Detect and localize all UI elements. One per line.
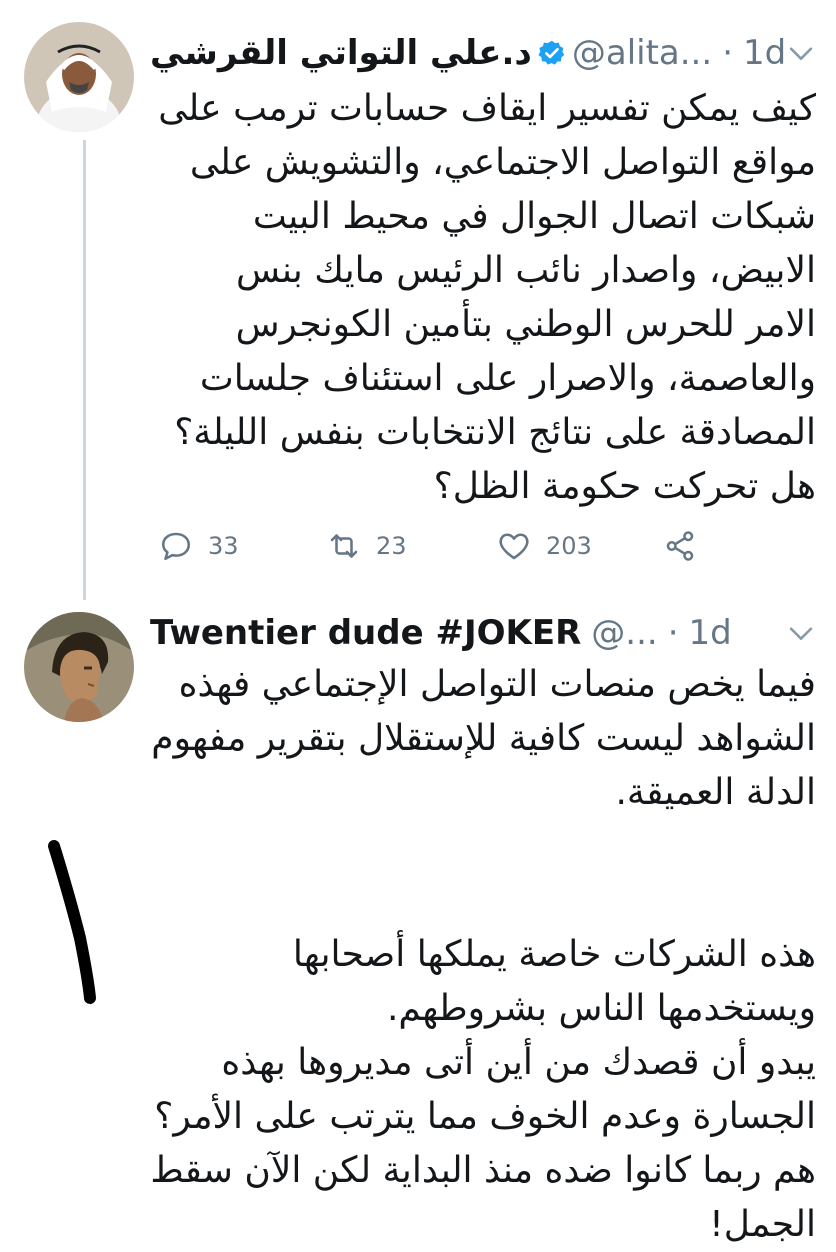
avatar-image bbox=[24, 22, 134, 132]
tweet-text: كيف يمكن تفسير ايقاف حسابات ترمب على موا… bbox=[150, 82, 816, 514]
tweet-line: الدلة العميقة. bbox=[615, 772, 816, 813]
chevron-down-icon[interactable] bbox=[784, 616, 818, 650]
tweet-text: فيما يخص منصات التواصل الإجتماعي فهذه ال… bbox=[150, 658, 816, 1252]
retweet-button[interactable]: 23 bbox=[326, 528, 407, 564]
tweet-line: والعاصمة، والاصرار على استئناف جلسات bbox=[199, 358, 816, 399]
tweet-line: الجمل! bbox=[709, 1204, 816, 1245]
tweet-actions: 33 23 203 bbox=[158, 528, 718, 574]
like-button[interactable]: 203 bbox=[496, 528, 592, 564]
like-count: 203 bbox=[546, 532, 592, 560]
paragraph-spacer bbox=[150, 874, 816, 928]
thread-connector-line bbox=[83, 140, 86, 600]
separator-dot: · bbox=[667, 613, 679, 653]
tweet-line: الابيض، واصدار نائب الرئيس مايك بنس bbox=[236, 250, 816, 291]
tweet-line: هذه الشركات خاصة يملكها أصحابها bbox=[292, 934, 816, 975]
tweet-line: شبكات اتصال الجوال في محيط البيت bbox=[252, 196, 816, 237]
tweet-line: الجسارة وعدم الخوف مما يترتب على الأمر؟ bbox=[154, 1096, 816, 1137]
tweet-line: المصادقة على نتائج الانتخابات بنفس الليل… bbox=[174, 412, 816, 453]
tweet-line: هل تحركت حكومة الظل؟ bbox=[433, 466, 816, 507]
tweet-line: فيما يخص منصات التواصل الإجتماعي فهذه bbox=[178, 664, 816, 705]
tweet-line: الشواهد ليست كافية للإستقلال بتقرير مفهو… bbox=[151, 718, 816, 759]
chevron-down-icon[interactable] bbox=[784, 36, 818, 70]
retweet-count: 23 bbox=[376, 532, 407, 560]
tweet-header: د.علي التواتي القرشي @alita... · 1d bbox=[150, 22, 818, 84]
reply-button[interactable]: 33 bbox=[158, 528, 239, 564]
tweet-line: كيف يمكن تفسير ايقاف حسابات ترمب على bbox=[158, 88, 816, 129]
share-icon bbox=[666, 531, 694, 561]
reply-icon bbox=[161, 532, 191, 561]
tweet-line: ويستخدمها الناس بشروطهم. bbox=[386, 988, 816, 1029]
avatar-image bbox=[24, 612, 134, 722]
separator-dot: · bbox=[722, 33, 733, 73]
avatar[interactable] bbox=[24, 612, 134, 722]
tweet-line: مواقع التواصل الاجتماعي، والتشويش على bbox=[189, 142, 816, 183]
retweet-icon bbox=[330, 534, 358, 558]
tweet-line: يبدو أن قصدك من أين أتى مديروها بهذه bbox=[221, 1042, 816, 1083]
handle[interactable]: @... bbox=[591, 613, 657, 653]
avatar[interactable] bbox=[24, 22, 134, 132]
share-button[interactable] bbox=[662, 528, 712, 564]
like-icon bbox=[499, 533, 529, 560]
paragraph-spacer bbox=[150, 820, 816, 874]
timestamp[interactable]: 1d bbox=[743, 33, 786, 73]
handle[interactable]: @alita... bbox=[572, 33, 712, 73]
display-name[interactable]: د.علي التواتي القرشي bbox=[150, 33, 532, 73]
reply-count: 33 bbox=[208, 532, 239, 560]
timestamp[interactable]: 1d bbox=[689, 613, 732, 653]
tweet-header: Twentier dude #JOKER @... · 1d bbox=[150, 602, 818, 664]
handwritten-mark bbox=[48, 840, 96, 1004]
tweet-line: الامر للحرس الوطني بتأمين الكونجرس bbox=[235, 304, 816, 345]
display-name[interactable]: Twentier dude #JOKER bbox=[150, 613, 581, 653]
tweet-line: هم ربما كانوا ضده منذ البداية لكن الآن س… bbox=[150, 1150, 816, 1191]
verified-icon bbox=[538, 40, 565, 65]
